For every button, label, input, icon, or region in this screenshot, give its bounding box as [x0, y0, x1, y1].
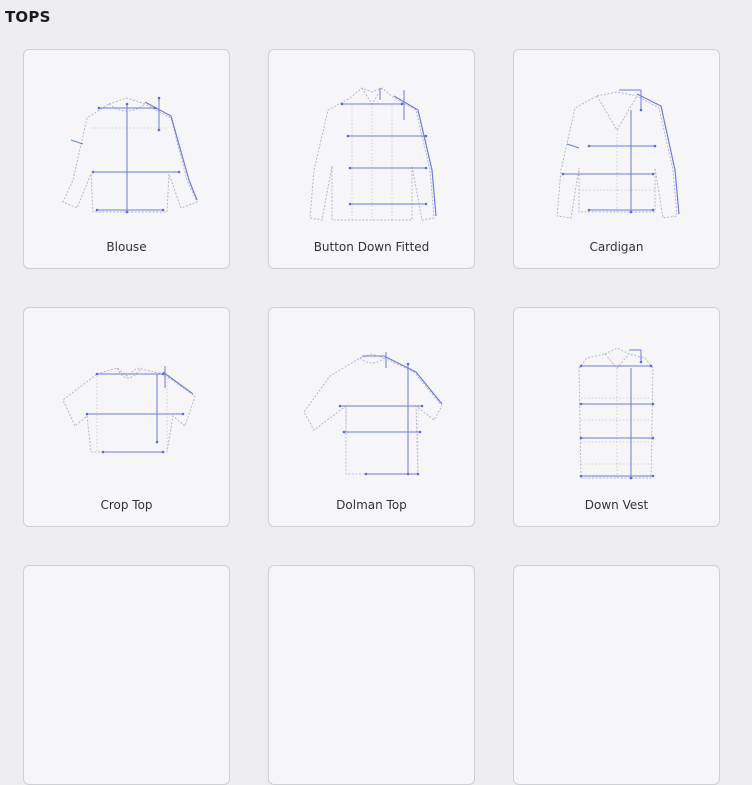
garment-card-row3-col3[interactable] [513, 565, 720, 785]
garment-card-dolman-top[interactable]: Dolman Top [268, 307, 475, 527]
garment-card-down-vest[interactable]: Down Vest [513, 307, 720, 527]
garment-card-row3-col2[interactable] [268, 565, 475, 785]
garment-card-cardigan[interactable]: Cardigan [513, 49, 720, 269]
garment-card-label: Blouse [106, 240, 147, 254]
garment-card-row3-col1[interactable] [23, 565, 230, 785]
down-vest-icon [578, 347, 655, 480]
garment-card-label: Button Down Fitted [313, 240, 430, 254]
button-down-shirt-icon [309, 87, 437, 221]
section-title: TOPS [5, 8, 51, 26]
crop-top-icon [62, 366, 196, 454]
garment-card-label: Dolman Top [336, 498, 407, 512]
garment-card-label: Crop Top [100, 498, 153, 512]
garment-card-button-down-fitted[interactable]: Button Down Fitted [268, 49, 475, 269]
garment-card-label: Cardigan [589, 240, 644, 254]
garment-card-crop-top[interactable]: Crop Top [23, 307, 230, 527]
blouse-icon [62, 96, 198, 214]
garment-card-blouse[interactable]: Blouse [23, 49, 230, 269]
dolman-top-icon [303, 352, 443, 476]
cardigan-icon [556, 89, 680, 219]
garment-card-label: Down Vest [584, 498, 649, 512]
